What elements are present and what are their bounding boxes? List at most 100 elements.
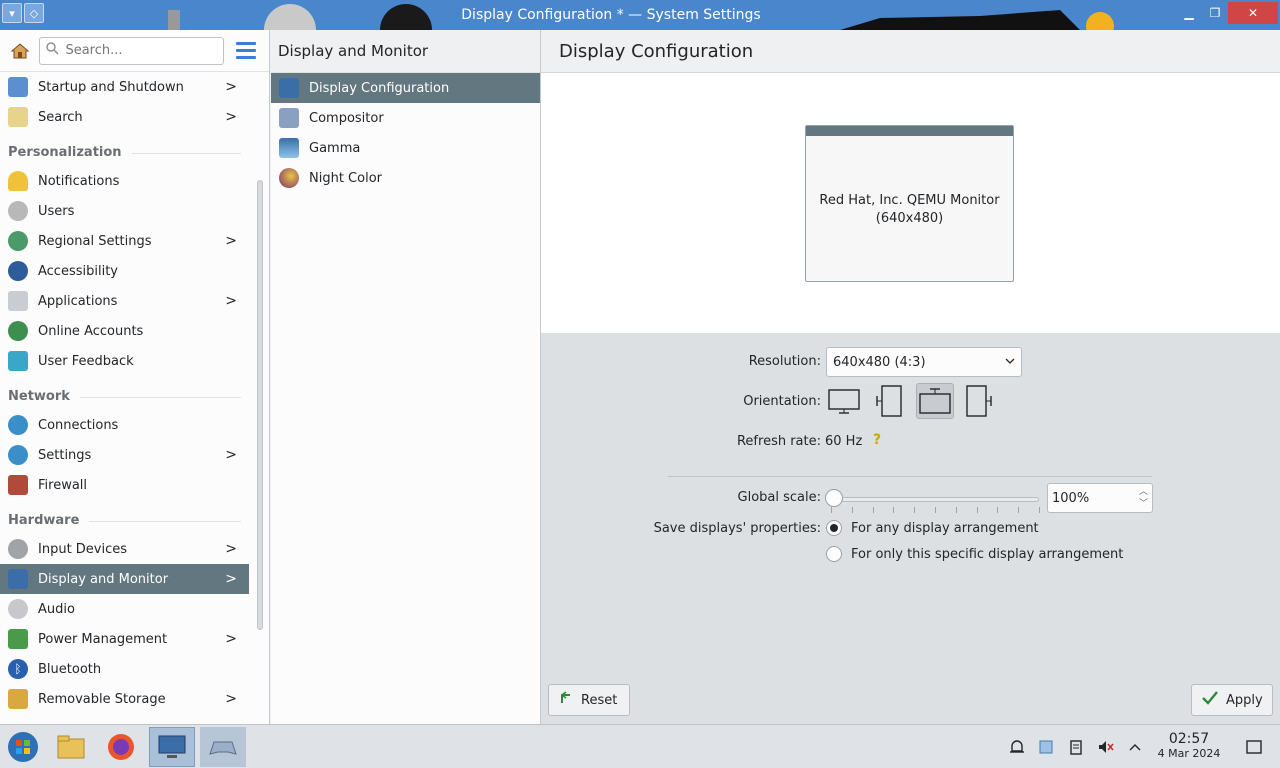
sidebar-item-label: Regional Settings <box>38 233 152 249</box>
orientation-landscape-button[interactable] <box>825 383 863 419</box>
monitor-preview[interactable]: Red Hat, Inc. QEMU Monitor (640x480) <box>805 125 1014 282</box>
sidebar-item-online-accounts[interactable]: Online Accounts <box>0 316 249 346</box>
applications-icon <box>8 291 28 311</box>
search-input[interactable] <box>65 43 216 58</box>
section-personalization: Personalization <box>0 132 249 166</box>
display-config-icon <box>279 78 299 98</box>
notifications-tray-icon[interactable] <box>1007 737 1027 757</box>
firefox-taskbar-icon[interactable] <box>98 727 144 767</box>
slider-tick <box>977 507 978 513</box>
radio-indicator[interactable] <box>826 520 842 536</box>
close-button[interactable]: ✕ <box>1228 2 1278 24</box>
sidebar-item-user-feedback[interactable]: User Feedback <box>0 346 249 376</box>
chevron-right-icon: > <box>225 109 237 125</box>
sidebar-item-audio[interactable]: Audio <box>0 594 249 624</box>
windows-orb-icon <box>8 732 38 762</box>
title-bar: ▾ ◇ Display Configuration * — System Set… <box>0 0 1280 30</box>
help-icon[interactable]: ? <box>873 432 881 448</box>
maximize-button[interactable]: ❐ <box>1202 2 1228 24</box>
chevron-right-icon: > <box>225 293 237 309</box>
clock[interactable]: 02:57 4 Mar 2024 <box>1152 731 1226 761</box>
chevron-up-icon[interactable] <box>1125 737 1145 757</box>
sidebar-scrollbar[interactable] <box>257 180 263 630</box>
sidebar-item-label: User Feedback <box>38 353 134 369</box>
section-title: Personalization <box>8 145 122 160</box>
spin-arrows-icon[interactable]: ︿ ﹀ <box>1139 486 1148 510</box>
sidebar-item-label: Notifications <box>38 173 120 189</box>
radio-indicator[interactable] <box>826 546 842 562</box>
subcategory-label: Display Configuration <box>309 80 450 96</box>
taskbar: 02:57 4 Mar 2024 <box>0 724 1280 768</box>
slider-handle[interactable] <box>825 489 843 507</box>
global-scale-slider[interactable] <box>825 489 1039 507</box>
network-icon <box>8 415 28 435</box>
radio-any-arrangement[interactable]: For any display arrangement <box>826 520 1039 536</box>
subcategory-label: Night Color <box>309 170 382 186</box>
sidebar-item-regional-settings[interactable]: Regional Settings > <box>0 226 249 256</box>
orientation-upside-down-button[interactable] <box>916 383 954 419</box>
sidebar-item-label: Users <box>38 203 75 219</box>
slider-tick <box>873 507 874 513</box>
resolution-value: 640x480 (4:3) <box>833 354 926 370</box>
sidebar-item-removable-storage[interactable]: Removable Storage > <box>0 684 249 714</box>
sidebar-item-power-management[interactable]: Power Management > <box>0 624 249 654</box>
sidebar-item-applications[interactable]: Applications > <box>0 286 249 316</box>
system-settings-taskbar-icon[interactable] <box>149 727 195 767</box>
radio-specific-arrangement[interactable]: For only this specific display arrangeme… <box>826 546 1123 562</box>
subcategory-label: Gamma <box>309 140 361 156</box>
chevron-right-icon: > <box>225 447 237 463</box>
reset-button[interactable]: Reset <box>548 684 630 716</box>
folder-icon <box>8 689 28 709</box>
volume-muted-tray-icon[interactable] <box>1096 737 1116 757</box>
global-scale-label: Global scale: <box>737 490 821 505</box>
network-settings-icon <box>8 445 28 465</box>
home-icon[interactable] <box>8 39 31 63</box>
orientation-portrait-right-button[interactable] <box>960 383 998 419</box>
subcategory-item-display-configuration[interactable]: Display Configuration <box>271 73 540 103</box>
slider-track <box>831 497 1039 502</box>
sidebar-item-accessibility[interactable]: Accessibility <box>0 256 249 286</box>
game-controller-taskbar-icon[interactable] <box>200 727 246 767</box>
global-scale-spinbox[interactable]: 100% ︿ ﹀ <box>1047 483 1153 513</box>
file-manager-taskbar-icon[interactable] <box>48 727 94 767</box>
hamburger-menu-icon[interactable] <box>235 38 261 64</box>
clipboard-tray-icon[interactable] <box>1066 737 1086 757</box>
network-tray-icon[interactable] <box>1036 737 1056 757</box>
search-field[interactable] <box>39 36 224 65</box>
resolution-label: Resolution: <box>748 354 821 369</box>
sidebar-item-label: Bluetooth <box>38 661 102 677</box>
sidebar-item-search[interactable]: Search > <box>0 102 249 132</box>
sidebar-item-startup-and-shutdown[interactable]: Startup and Shutdown > <box>0 72 249 102</box>
clock-date: 4 Mar 2024 <box>1157 747 1221 760</box>
apply-button[interactable]: Apply <box>1191 684 1273 716</box>
gamma-icon <box>279 138 299 158</box>
minimize-button[interactable]: ▁ <box>1176 2 1202 24</box>
start-menu-button[interactable] <box>0 727 46 767</box>
sidebar-item-input-devices[interactable]: Input Devices > <box>0 534 249 564</box>
sidebar-item-users[interactable]: Users <box>0 196 249 226</box>
subcategory-item-gamma[interactable]: Gamma <box>271 133 540 163</box>
sidebar-list: Startup and Shutdown > Search > Personal… <box>0 72 249 714</box>
sidebar-item-bluetooth[interactable]: ᛒ Bluetooth <box>0 654 249 684</box>
sidebar-item-display-and-monitor[interactable]: Display and Monitor > <box>0 564 249 594</box>
subcategory-item-night-color[interactable]: Night Color <box>271 163 540 193</box>
search-settings-icon <box>8 107 28 127</box>
refresh-rate-value: 60 Hz <box>825 434 863 449</box>
slider-tick <box>893 507 894 513</box>
sidebar-item-label: Firewall <box>38 477 88 493</box>
sidebar-item-notifications[interactable]: Notifications <box>0 166 249 196</box>
bell-icon <box>8 171 28 191</box>
sidebar-item-settings[interactable]: Settings > <box>0 440 249 470</box>
resolution-combobox[interactable]: 640x480 (4:3) <box>826 347 1022 377</box>
slider-tick <box>1039 507 1040 513</box>
radio-label: For any display arrangement <box>851 520 1039 536</box>
sidebar-item-firewall[interactable]: Firewall <box>0 470 249 500</box>
bluetooth-icon: ᛒ <box>8 659 28 679</box>
sidebar-item-label: Power Management <box>38 631 168 647</box>
orientation-portrait-left-button[interactable] <box>870 383 908 419</box>
show-desktop-icon[interactable] <box>1244 737 1264 757</box>
section-title: Network <box>8 389 70 404</box>
subcategory-item-compositor[interactable]: Compositor <box>271 103 540 133</box>
sidebar-toolbar <box>0 30 269 72</box>
sidebar-item-connections[interactable]: Connections <box>0 410 249 440</box>
